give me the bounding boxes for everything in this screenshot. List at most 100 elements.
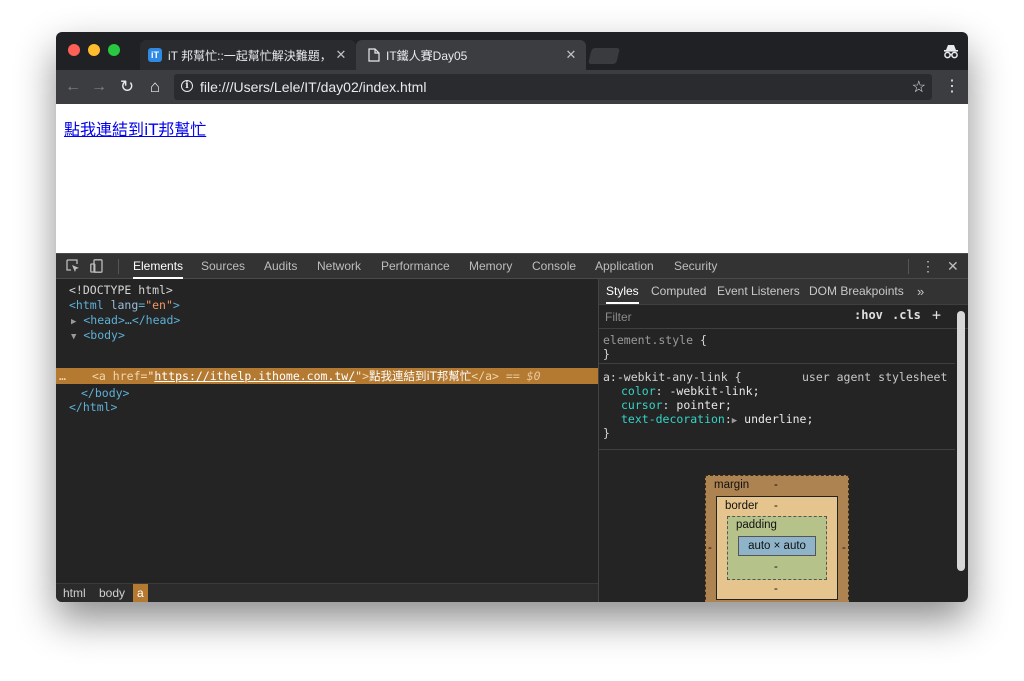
close-window-button[interactable] (68, 44, 80, 56)
browser-window: iT iT 邦幫忙::一起幫忙解決難題，拯救 IT 人的一天 ✕ IT鐵人賽Da… (56, 32, 968, 602)
minimize-window-button[interactable] (88, 44, 100, 56)
rule-selector: element.style (603, 333, 694, 347)
breadcrumb-a[interactable]: a (133, 584, 148, 602)
tab-sources[interactable]: Sources (201, 254, 245, 279)
tab-ithelp[interactable]: iT iT 邦幫忙::一起幫忙解決難題，拯救 IT 人的一天 ✕ (140, 40, 356, 70)
tab-close-icon[interactable]: ✕ (332, 47, 350, 63)
tag-name: </a> (471, 369, 499, 383)
breadcrumb-body[interactable]: body (95, 584, 129, 602)
hover-state-button[interactable]: :hov (854, 308, 883, 322)
document-icon (368, 48, 380, 62)
padding-bottom-value[interactable]: - (774, 561, 778, 573)
ithelp-link[interactable]: 點我連結到iT邦幫忙 (64, 116, 206, 140)
margin-left-value[interactable]: - (708, 542, 712, 554)
bookmark-star-icon[interactable]: ☆ (912, 77, 926, 97)
devtools-panel: Elements Sources Audits Network Performa… (56, 253, 968, 602)
ithelp-favicon-icon: iT (148, 48, 162, 62)
dom-html-close[interactable]: </html> (69, 400, 117, 415)
property-value: pointer; (676, 398, 732, 412)
declaration-text-decoration[interactable]: text-decoration:▶ underline; (621, 412, 813, 426)
tab-dom-breakpoints[interactable]: DOM Breakpoints (809, 279, 904, 304)
device-toolbar-icon[interactable] (90, 259, 104, 273)
tab-computed[interactable]: Computed (651, 279, 706, 304)
declaration-color[interactable]: color: -webkit-link; (621, 384, 760, 398)
border-top-value[interactable]: - (774, 500, 778, 512)
breadcrumb-html[interactable]: html (59, 584, 90, 602)
tab-title: iT 邦幫忙::一起幫忙解決難題，拯救 IT 人的一天 (168, 48, 332, 63)
reload-button[interactable]: ↻ (116, 76, 138, 98)
box-model-padding[interactable]: padding - auto × auto (727, 516, 827, 580)
styles-filter-input[interactable] (603, 308, 827, 326)
open-brace: { (734, 370, 742, 384)
declaration-cursor[interactable]: cursor: pointer; (621, 398, 732, 412)
attr-name: href= (112, 369, 148, 383)
box-model-border[interactable]: border - - padding - auto × auto (716, 496, 838, 600)
tab-close-icon[interactable]: ✕ (562, 47, 580, 63)
box-model-content[interactable]: auto × auto (738, 536, 816, 556)
dom-body-close[interactable]: </body> (81, 386, 129, 401)
href-value[interactable]: https://ithelp.ithome.com.tw/ (154, 369, 355, 383)
attr-name: lang (110, 298, 139, 312)
margin-top-value[interactable]: - (774, 479, 778, 491)
info-icon[interactable]: i (181, 80, 193, 92)
tab-security[interactable]: Security (674, 254, 717, 279)
doctype-text: <!DOCTYPE html> (69, 283, 173, 297)
address-url[interactable]: file:///Users/Lele/IT/day02/index.html (200, 79, 426, 95)
dom-doctype[interactable]: <!DOCTYPE html> (69, 283, 173, 298)
new-tab-button[interactable] (588, 48, 620, 64)
tab-elements[interactable]: Elements (133, 254, 184, 279)
colon: : (662, 398, 670, 412)
tab-memory[interactable]: Memory (469, 254, 512, 279)
border-label: border (725, 500, 759, 512)
close-brace: } (603, 426, 610, 440)
element-style-rule[interactable]: element.style { } (599, 329, 955, 364)
margin-right-value[interactable]: - (842, 542, 846, 554)
forward-button[interactable]: → (88, 76, 110, 98)
tag-name: </body> (81, 386, 130, 400)
tab-styles[interactable]: Styles (606, 279, 639, 304)
more-tabs-icon[interactable]: » (917, 279, 924, 304)
tag-name: </html> (69, 400, 118, 414)
tab-strip: iT iT 邦幫忙::一起幫忙解決難題，拯救 IT 人的一天 ✕ IT鐵人賽Da… (56, 32, 968, 70)
tag-name: <a (92, 369, 106, 383)
more-dots-icon[interactable]: … (59, 368, 66, 384)
styles-scrollbar[interactable] (957, 311, 965, 571)
tab-day05[interactable]: IT鐵人賽Day05 ✕ (356, 40, 586, 70)
class-toggle-button[interactable]: .cls (892, 308, 921, 322)
dom-html[interactable]: <html lang="en"> (69, 298, 180, 313)
expanded-triangle-icon[interactable]: ▼ (71, 332, 76, 342)
devtools-close-icon[interactable]: ✕ (947, 254, 959, 279)
dom-selected-anchor[interactable]: … <a href="https://ithelp.ithome.com.tw/… (56, 368, 598, 384)
address-bar[interactable]: i file:///Users/Lele/IT/day02/index.html… (174, 74, 932, 100)
attr-value: "en" (145, 298, 173, 312)
tab-console[interactable]: Console (532, 254, 576, 279)
back-button[interactable]: ← (62, 76, 84, 98)
tab-audits[interactable]: Audits (264, 254, 297, 279)
tag-bracket: > (362, 369, 370, 383)
elements-tree: <!DOCTYPE html> <html lang="en"> ▶ <head… (56, 279, 598, 583)
browser-menu-button[interactable]: ⋮ (944, 76, 960, 98)
box-model-margin[interactable]: margin - - - border - - padding - auto ×… (705, 475, 849, 602)
inspect-element-icon[interactable] (66, 259, 80, 273)
styles-pane: Styles Computed Event Listeners DOM Brea… (599, 279, 968, 602)
property-value: underline; (744, 412, 814, 426)
collapsed-triangle-icon[interactable]: ▶ (71, 317, 76, 327)
close-brace: } (603, 347, 610, 361)
expand-triangle-icon[interactable]: ▶ (732, 416, 737, 426)
styles-filter-bar: :hov .cls + (599, 305, 968, 329)
tab-application[interactable]: Application (595, 254, 654, 279)
home-button[interactable]: ⌂ (144, 76, 166, 98)
ua-link-rule[interactable]: a:-webkit-any-link { user agent styleshe… (599, 364, 955, 450)
dom-body[interactable]: ▼ <body> (71, 328, 125, 343)
new-rule-button[interactable]: + (932, 306, 941, 324)
dom-head[interactable]: ▶ <head>…</head> (71, 313, 180, 328)
tag-name: <html (69, 298, 104, 312)
tab-performance[interactable]: Performance (381, 254, 450, 279)
tab-network[interactable]: Network (317, 254, 361, 279)
tab-event-listeners[interactable]: Event Listeners (717, 279, 800, 304)
devtools-more-icon[interactable]: ⋮ (921, 254, 935, 279)
rule-source: user agent stylesheet (802, 370, 948, 384)
border-bottom-value[interactable]: - (774, 583, 778, 595)
margin-label: margin (714, 479, 750, 491)
maximize-window-button[interactable] (108, 44, 120, 56)
